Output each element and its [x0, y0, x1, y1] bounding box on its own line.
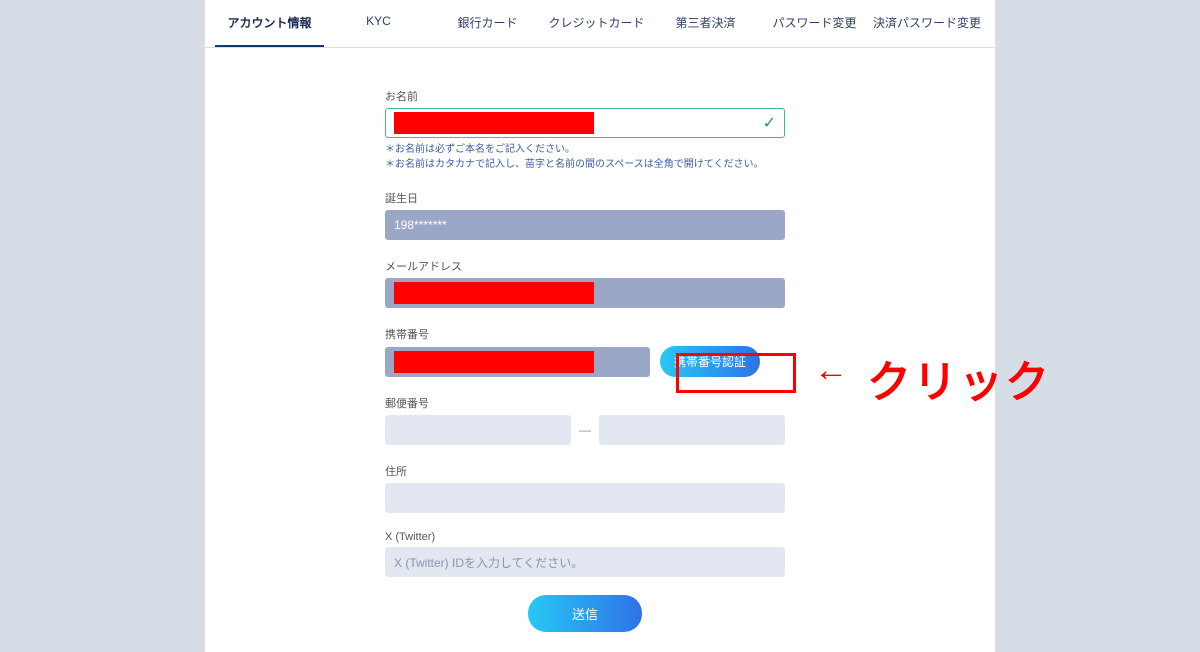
annotation-text: クリック: [867, 346, 1051, 410]
field-phone: 携帯番号 携帯番号認証: [385, 326, 785, 377]
tab-account-info[interactable]: アカウント情報: [215, 0, 324, 47]
field-name: お名前 ✓ ＊お名前は必ずご本名をご記入ください。 ＊お名前はカタカナで記入し、…: [385, 88, 785, 172]
tab-third-party-payment[interactable]: 第三者決済: [651, 0, 760, 47]
redacted-block: [394, 282, 594, 304]
email-input[interactable]: [385, 278, 785, 308]
name-hint-1: ＊お名前は必ずご本名をご記入ください。: [385, 142, 785, 157]
twitter-label: X (Twitter): [385, 531, 785, 543]
postal-label: 郵便番号: [385, 395, 785, 411]
annotation-arrow-icon: ←: [814, 353, 848, 387]
field-twitter: X (Twitter) X (Twitter) IDを入力してください。: [385, 531, 785, 577]
tab-kyc[interactable]: KYC: [324, 0, 433, 47]
field-postal: 郵便番号 —: [385, 395, 785, 445]
submit-button[interactable]: 送信: [528, 595, 642, 632]
postal-input-1[interactable]: [385, 415, 571, 445]
field-birthday: 誕生日 198*******: [385, 190, 785, 240]
tab-bar: アカウント情報 KYC 銀行カード クレジットカード 第三者決済 パスワード変更…: [205, 0, 995, 48]
birthday-input[interactable]: 198*******: [385, 210, 785, 240]
email-label: メールアドレス: [385, 258, 785, 274]
twitter-placeholder: X (Twitter) IDを入力してください。: [394, 554, 583, 571]
name-hint-2: ＊お名前はカタカナで記入し、苗字と名前の間のスペースは全角で開けてください。: [385, 157, 785, 172]
address-input[interactable]: [385, 483, 785, 513]
name-input[interactable]: ✓: [385, 108, 785, 138]
phone-label: 携帯番号: [385, 326, 785, 342]
twitter-input[interactable]: X (Twitter) IDを入力してください。: [385, 547, 785, 577]
account-form: お名前 ✓ ＊お名前は必ずご本名をご記入ください。 ＊お名前はカタカナで記入し、…: [385, 88, 785, 632]
postal-input-2[interactable]: [599, 415, 785, 445]
phone-input[interactable]: [385, 347, 650, 377]
postal-dash: —: [579, 423, 591, 437]
check-icon: ✓: [763, 113, 776, 133]
field-address: 住所: [385, 463, 785, 513]
tab-payment-password-change[interactable]: 決済パスワード変更: [869, 0, 985, 47]
redacted-block: [394, 112, 594, 134]
phone-verify-button[interactable]: 携帯番号認証: [660, 346, 760, 377]
birthday-label: 誕生日: [385, 190, 785, 206]
redacted-block: [394, 351, 594, 373]
tab-credit-card[interactable]: クレジットカード: [542, 0, 651, 47]
tab-password-change[interactable]: パスワード変更: [760, 0, 869, 47]
birthday-value: 198*******: [394, 218, 447, 232]
address-label: 住所: [385, 463, 785, 479]
name-hints: ＊お名前は必ずご本名をご記入ください。 ＊お名前はカタカナで記入し、苗字と名前の…: [385, 142, 785, 172]
name-label: お名前: [385, 88, 785, 104]
tab-bank-card[interactable]: 銀行カード: [433, 0, 542, 47]
field-email: メールアドレス: [385, 258, 785, 308]
main-panel: アカウント情報 KYC 銀行カード クレジットカード 第三者決済 パスワード変更…: [205, 0, 995, 652]
